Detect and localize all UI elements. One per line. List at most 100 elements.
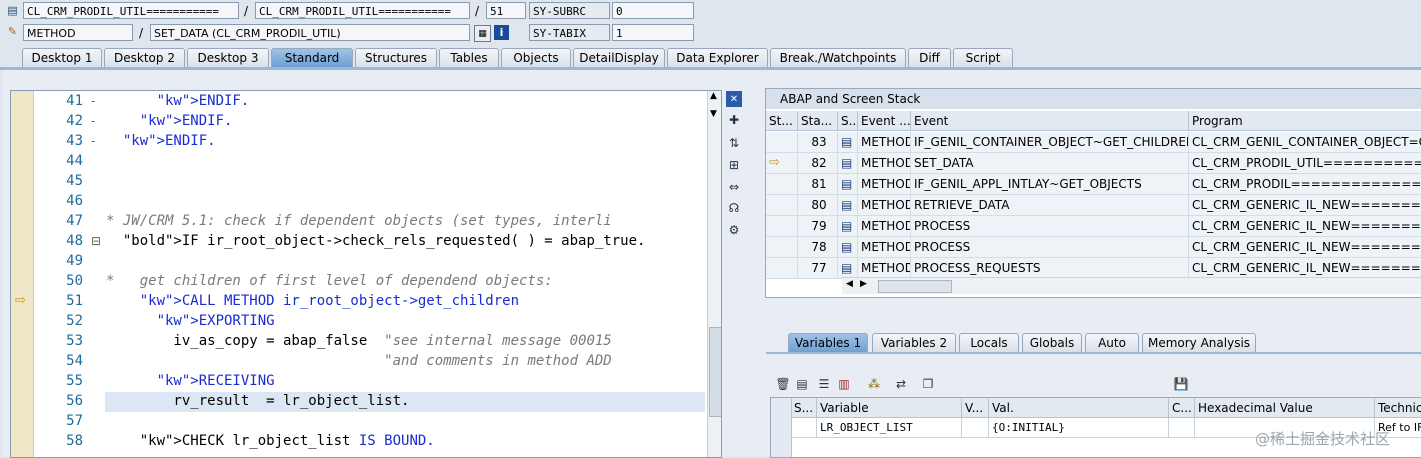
services-icon[interactable]: ☊ xyxy=(726,200,742,216)
stack-program[interactable]: CL_CRM_GENIL_CONTAINER_OBJECT=CP xyxy=(1189,132,1421,153)
new-tool-icon[interactable]: ✚ xyxy=(726,112,742,128)
transfer-icon[interactable]: ⇄ xyxy=(893,376,909,392)
stack-program[interactable]: CL_CRM_GENERIC_IL_NEW========== xyxy=(1189,216,1421,237)
tab-locals[interactable]: Locals xyxy=(959,333,1019,352)
detail-icon[interactable]: ▤ xyxy=(794,376,810,392)
stack-event[interactable]: IF_GENIL_CONTAINER_OBJECT~GET_CHILDREN xyxy=(911,132,1189,153)
tab-data-explorer[interactable]: Data Explorer xyxy=(667,48,768,67)
list-icon[interactable]: ☰ xyxy=(816,376,832,392)
stack-event-type[interactable]: METHOD xyxy=(858,174,911,195)
stack-level[interactable]: 80 xyxy=(798,195,838,216)
method-icon[interactable]: ▤ xyxy=(838,216,858,237)
col-header-stack-level[interactable]: Sta... xyxy=(798,111,838,131)
stack-event-type[interactable]: METHOD xyxy=(858,195,911,216)
code-line[interactable]: "and comments in method ADD xyxy=(106,353,612,369)
var-value[interactable]: {O:INITIAL} xyxy=(989,418,1169,438)
change-icon[interactable]: ▥ xyxy=(836,376,852,392)
code-line[interactable]: * JW/CRM 5.1: check if dependent objects… xyxy=(106,213,612,229)
col-header-s[interactable]: S... xyxy=(838,111,858,131)
hscroll-thumb[interactable] xyxy=(878,280,952,293)
col-header-c[interactable]: C... xyxy=(1169,398,1195,418)
col-header-event-type[interactable]: Event ... xyxy=(858,111,911,131)
col-header-variable[interactable]: Variable xyxy=(817,398,962,418)
event-type-field[interactable]: METHOD xyxy=(23,24,133,41)
stack-program[interactable]: CL_CRM_GENERIC_IL_NEW========== xyxy=(1189,237,1421,258)
stack-event-type[interactable]: METHOD xyxy=(858,237,911,258)
stack-level[interactable]: 77 xyxy=(798,258,838,279)
var-name[interactable]: LR_OBJECT_LIST xyxy=(817,418,962,438)
method-icon[interactable]: ▤ xyxy=(838,237,858,258)
scroll-left-icon[interactable]: ◀ xyxy=(846,279,853,289)
stack-status[interactable]: ⇨ xyxy=(766,153,798,174)
code-line[interactable]: "kw">CALL METHOD ir_root_object->get_chi… xyxy=(106,293,519,309)
scroll-up-icon[interactable]: ▲ xyxy=(710,91,717,101)
sysvar-value-subrc[interactable]: 0 xyxy=(612,2,694,19)
stack-program[interactable]: CL_CRM_PRODIL_UTIL============== xyxy=(1189,153,1421,174)
include-field[interactable]: CL_CRM_PRODIL_UTIL=========== xyxy=(255,2,470,19)
col-header-st[interactable]: St... xyxy=(766,111,798,131)
row-selector[interactable] xyxy=(771,398,792,457)
breakpoint-gutter[interactable] xyxy=(11,91,34,457)
stack-event[interactable]: PROCESS xyxy=(911,237,1189,258)
col-header-value[interactable]: Val. xyxy=(989,398,1169,418)
method-icon[interactable]: ▤ xyxy=(838,195,858,216)
tab-variables-1[interactable]: Variables 1 xyxy=(788,333,868,352)
stack-status[interactable] xyxy=(766,258,798,279)
swap-icon[interactable]: ⇅ xyxy=(726,135,742,151)
stack-program[interactable]: CL_CRM_GENERIC_IL_NEW========== xyxy=(1189,258,1421,279)
event-name-field[interactable]: SET_DATA (CL_CRM_PRODIL_UTIL) xyxy=(150,24,470,41)
tab-breakpoints[interactable]: Break./Watchpoints xyxy=(770,48,906,67)
tab-objects[interactable]: Objects xyxy=(501,48,571,67)
method-icon[interactable]: ▤ xyxy=(838,258,858,279)
settings-icon[interactable]: ⚙ xyxy=(726,222,742,238)
method-icon[interactable]: ▤ xyxy=(838,132,858,153)
col-header-s[interactable]: S... xyxy=(791,398,817,418)
stack-level[interactable]: 81 xyxy=(798,174,838,195)
stack-program[interactable]: CL_CRM_GENERIC_IL_NEW========== xyxy=(1189,195,1421,216)
var-c[interactable] xyxy=(1169,418,1195,438)
stack-status[interactable] xyxy=(766,195,798,216)
code-line[interactable]: * get children of first level of depende… xyxy=(106,273,553,289)
col-header-v[interactable]: V... xyxy=(962,398,989,418)
var-status[interactable] xyxy=(791,418,817,438)
code-line[interactable]: "kw">ENDIF. xyxy=(106,133,216,149)
stack-event[interactable]: PROCESS_REQUESTS xyxy=(911,258,1189,279)
tab-diff[interactable]: Diff xyxy=(908,48,951,67)
tab-auto[interactable]: Auto xyxy=(1085,333,1139,352)
scroll-right-icon[interactable]: ▶ xyxy=(860,279,867,289)
editor-scrollbar[interactable]: ▲ ▼ xyxy=(707,91,721,457)
stack-event[interactable]: PROCESS xyxy=(911,216,1189,237)
code-line[interactable]: "kw">ENDIF. xyxy=(106,93,250,109)
stack-level[interactable]: 78 xyxy=(798,237,838,258)
collapse-icon[interactable]: ⊟ xyxy=(91,234,101,248)
code-line[interactable]: "kw">ENDIF. xyxy=(106,113,233,129)
source-editor[interactable]: ⇨ 41- "kw">ENDIF. 42- "kw">ENDIF. 43- "kw"… xyxy=(10,90,722,458)
stack-event-type[interactable]: METHOD xyxy=(858,132,911,153)
stack-event-type[interactable]: METHOD xyxy=(858,216,911,237)
stack-level[interactable]: 83 xyxy=(798,132,838,153)
stack-level[interactable]: 82 xyxy=(798,153,838,174)
var-v[interactable] xyxy=(962,418,989,438)
tab-structures[interactable]: Structures xyxy=(355,48,437,67)
scroll-thumb[interactable] xyxy=(709,327,721,417)
stack-event[interactable]: IF_GENIL_APPL_INTLAY~GET_OBJECTS xyxy=(911,174,1189,195)
program-field[interactable]: CL_CRM_PRODIL_UTIL=========== xyxy=(23,2,239,19)
info-icon[interactable]: i xyxy=(494,25,509,40)
col-header-event[interactable]: Event xyxy=(911,111,1189,131)
stack-event[interactable]: SET_DATA xyxy=(911,153,1189,174)
code-line[interactable]: iv_as_copy = abap_false "see internal me… xyxy=(106,333,611,349)
code-line[interactable]: "kw">CHECK lr_object_list IS BOUND. xyxy=(106,433,435,449)
display-object-icon[interactable]: ▦ xyxy=(474,25,491,42)
code-line[interactable]: "bold">IF ir_root_object->check_rels_req… xyxy=(106,233,646,249)
stack-level[interactable]: 79 xyxy=(798,216,838,237)
save-icon[interactable]: 💾 xyxy=(1173,376,1189,392)
tab-variables-2[interactable]: Variables 2 xyxy=(872,333,956,352)
hierarchy-icon[interactable]: ⁂ xyxy=(866,376,882,392)
stack-event-type[interactable]: METHOD xyxy=(858,258,911,279)
tab-detaildisplay[interactable]: DetailDisplay xyxy=(573,48,665,67)
method-icon[interactable]: ▤ xyxy=(838,174,858,195)
tab-memory-analysis[interactable]: Memory Analysis xyxy=(1142,333,1256,352)
resize-icon[interactable]: ⇔ xyxy=(726,179,742,195)
scroll-down-icon[interactable]: ▼ xyxy=(710,109,717,119)
line-field[interactable]: 51 xyxy=(486,2,526,19)
